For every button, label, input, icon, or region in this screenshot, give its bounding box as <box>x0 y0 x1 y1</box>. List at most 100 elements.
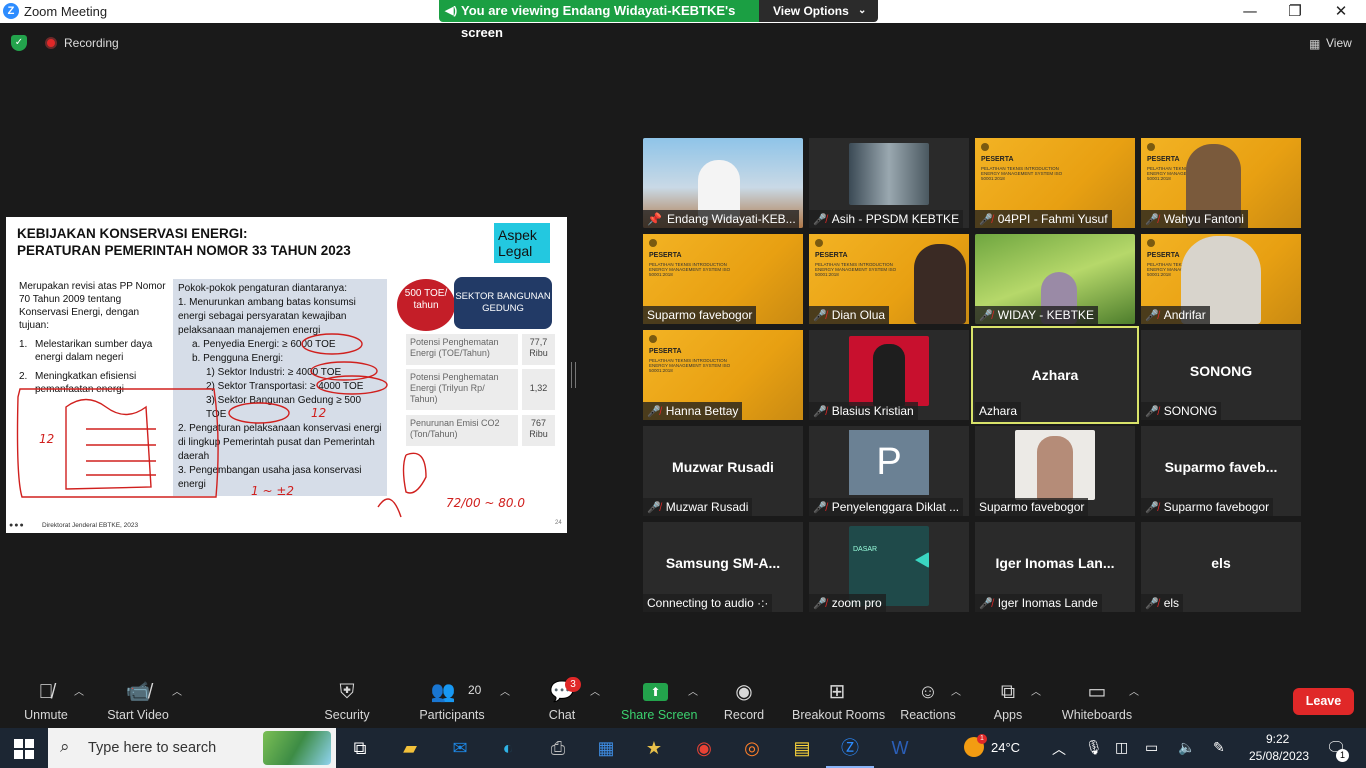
annotation-text: 72/00 ~ 80.0 <box>446 496 525 510</box>
encryption-shield-icon[interactable]: ✓ <box>11 35 27 51</box>
record-button[interactable]: ◉ Record <box>722 673 766 728</box>
ministry-logo-icon <box>981 143 989 151</box>
chat-chevron-icon[interactable]: ︿ <box>590 683 600 698</box>
poster-heading: PESERTA <box>1147 252 1180 259</box>
minimize-button[interactable]: — <box>1227 1 1273 21</box>
camera-tray-icon[interactable]: ◫ <box>1115 739 1128 756</box>
active-speaker-tile[interactable]: Azhara Azhara <box>971 326 1139 424</box>
weather-temperature[interactable]: 24°C <box>991 740 1020 755</box>
view-grid-icon[interactable]: ▦ <box>1309 37 1320 51</box>
clock-time[interactable]: 9:22 <box>1266 732 1289 746</box>
video-options-chevron-icon[interactable]: ︿ <box>172 683 182 698</box>
microphone-tray-icon[interactable]: 🎙 <box>1085 739 1103 756</box>
video-tile[interactable]: Iger Inomas Lan... 🎤̸ Iger Inomas Lande <box>975 522 1135 612</box>
pen-icon[interactable]: ✎ <box>1213 739 1225 756</box>
video-tile[interactable]: Muzwar Rusadi 🎤̸ Muzwar Rusadi <box>643 426 803 516</box>
microsoft-store-icon[interactable]: ▦ <box>582 728 630 768</box>
video-tile[interactable]: 🎤̸ WIDAY - KEBTKE <box>975 234 1135 324</box>
task-view-icon[interactable]: ⧉ <box>336 728 384 768</box>
video-tile[interactable]: PESERTAPELATIHAN TEKNIS INTRODUCTION ENE… <box>809 234 969 324</box>
participants-label: Participants <box>419 708 485 722</box>
poster-subtext: PELATIHAN TEKNIS INTRODUCTION ENERGY MAN… <box>649 358 731 373</box>
whiteboards-button[interactable]: ▭ Whiteboards <box>1060 673 1134 728</box>
participant-name-text: Wahyu Fantoni <box>1163 212 1244 226</box>
view-button[interactable]: View <box>1326 36 1352 50</box>
chrome-icon[interactable]: ◉ <box>680 728 728 768</box>
video-tile[interactable]: 🎤̸ Asih - PPSDM KEBTKE <box>809 138 969 228</box>
video-tile[interactable]: SONONG 🎤̸ SONONG <box>1141 330 1301 420</box>
muted-mic-icon: 🎤̸ <box>1145 406 1159 418</box>
audio-options-chevron-icon[interactable]: ︿ <box>74 683 84 698</box>
maximize-button[interactable]: ❐ <box>1272 1 1318 21</box>
firefox-icon[interactable]: ◎ <box>728 728 776 768</box>
view-options-button[interactable]: View Options ⌄ <box>759 0 878 22</box>
breakout-label: Breakout Rooms <box>792 708 886 722</box>
video-tile[interactable]: DASAR 🎤̸ zoom pro <box>809 522 969 612</box>
volume-icon[interactable]: 🔈 <box>1178 739 1195 756</box>
annotation-text: 1 ~ ±2 <box>251 484 294 498</box>
video-tile[interactable]: Samsung SM-A... Connecting to audio ·:· <box>643 522 803 612</box>
avatar: P <box>849 430 929 495</box>
shared-screen[interactable]: KEBIJAKAN KONSERVASI ENERGI: PERATURAN P… <box>6 217 567 533</box>
participant-name-text: Muzwar Rusadi <box>665 500 749 514</box>
video-tile[interactable]: PESERTAPELATIHAN TEKNIS INTRODUCTION ENE… <box>1141 234 1301 324</box>
printer-app-icon[interactable]: ⎙ <box>534 728 582 768</box>
screen-share-banner: ◀) You are viewing Endang Widayati-KEBTK… <box>439 0 759 40</box>
clock-date[interactable]: 25/08/2023 <box>1249 749 1309 763</box>
participant-name: 📌 Endang Widayati-KEB... <box>643 210 799 228</box>
edge-browser-icon[interactable]: ◐ <box>484 728 532 768</box>
share-screen-label: Share Screen <box>621 708 698 722</box>
participants-button[interactable]: 👥 Participants <box>418 673 486 728</box>
unmute-button[interactable]: 🎙̸ Unmute <box>16 673 76 728</box>
video-tile[interactable]: PESERTAPELATIHAN TEKNIS INTRODUCTION ENE… <box>643 330 803 420</box>
security-label: Security <box>324 708 370 722</box>
muted-mic-icon: 🎤̸ <box>1145 310 1159 322</box>
participants-chevron-icon[interactable]: ︿ <box>500 683 510 698</box>
participant-name-text: Andrifar <box>1163 308 1206 322</box>
video-tile[interactable]: P 🎤̸ Penyelenggara Diklat ... <box>809 426 969 516</box>
zoom-taskbar-icon[interactable]: Ⓩ <box>826 728 874 768</box>
reactions-button[interactable]: ☺ Reactions <box>900 673 956 728</box>
participant-name-text: Penyelenggara Diklat ... <box>831 500 960 514</box>
security-button[interactable]: ⛨ Security <box>320 673 374 728</box>
participant-name-text: Dian Olua <box>831 308 886 322</box>
view-options-label: View Options <box>773 4 849 18</box>
split-view-handle[interactable] <box>571 362 576 388</box>
share-chevron-icon[interactable]: ︿ <box>688 683 698 698</box>
media-app-icon[interactable]: ★ <box>630 728 678 768</box>
participant-display-name: SONONG <box>1189 363 1253 379</box>
whiteboards-chevron-icon[interactable]: ︿ <box>1129 683 1139 698</box>
shield-icon: ⛨ <box>339 681 355 703</box>
recording-icon[interactable] <box>45 37 57 49</box>
file-explorer-icon[interactable]: ▰ <box>386 728 434 768</box>
annotation-circle <box>228 402 290 424</box>
sticky-notes-icon[interactable]: ▤ <box>778 728 826 768</box>
word-icon[interactable]: W <box>876 728 924 768</box>
muted-mic-icon: 🎤̸ <box>979 310 993 322</box>
unmute-label: Unmute <box>24 708 68 722</box>
tray-chevron-up-icon[interactable]: ︿ <box>1052 739 1066 759</box>
windows-start-icon[interactable] <box>14 739 34 759</box>
video-tile[interactable]: 📌 Endang Widayati-KEB... <box>643 138 803 228</box>
video-tile[interactable]: PESERTAPELATIHAN TEKNIS INTRODUCTION ENE… <box>975 138 1135 228</box>
reactions-chevron-icon[interactable]: ︿ <box>951 683 961 698</box>
video-tile[interactable]: Suparmo favebogor <box>975 426 1135 516</box>
battery-icon[interactable]: ▭ <box>1145 739 1158 756</box>
taskbar-search-input[interactable]: ⌕ Type here to search <box>48 728 336 768</box>
start-video-button[interactable]: 📹̸ Start Video <box>104 673 172 728</box>
video-tile[interactable]: els 🎤̸ els <box>1141 522 1301 612</box>
poster-heading: PESERTA <box>1147 156 1180 163</box>
recording-label[interactable]: Recording <box>64 36 119 50</box>
close-button[interactable]: ✕ <box>1318 1 1364 21</box>
search-placeholder: Type here to search <box>88 740 217 756</box>
window-title: Zoom Meeting <box>24 4 108 19</box>
apps-chevron-icon[interactable]: ︿ <box>1031 683 1041 698</box>
breakout-rooms-button[interactable]: ⊞ Breakout Rooms <box>792 673 886 728</box>
video-tile[interactable]: PESERTAPELATIHAN TEKNIS INTRODUCTION ENE… <box>643 234 803 324</box>
mail-icon[interactable]: ✉ <box>436 728 484 768</box>
video-tile[interactable]: Suparmo faveb... 🎤̸ Suparmo favebogor <box>1141 426 1301 516</box>
video-tile[interactable]: 🎤̸ Blasius Kristian <box>809 330 969 420</box>
video-tile[interactable]: PESERTAPELATIHAN TEKNIS INTRODUCTION ENE… <box>1141 138 1301 228</box>
apps-button[interactable]: ⧉ Apps <box>988 673 1028 728</box>
leave-button[interactable]: Leave <box>1293 688 1354 715</box>
